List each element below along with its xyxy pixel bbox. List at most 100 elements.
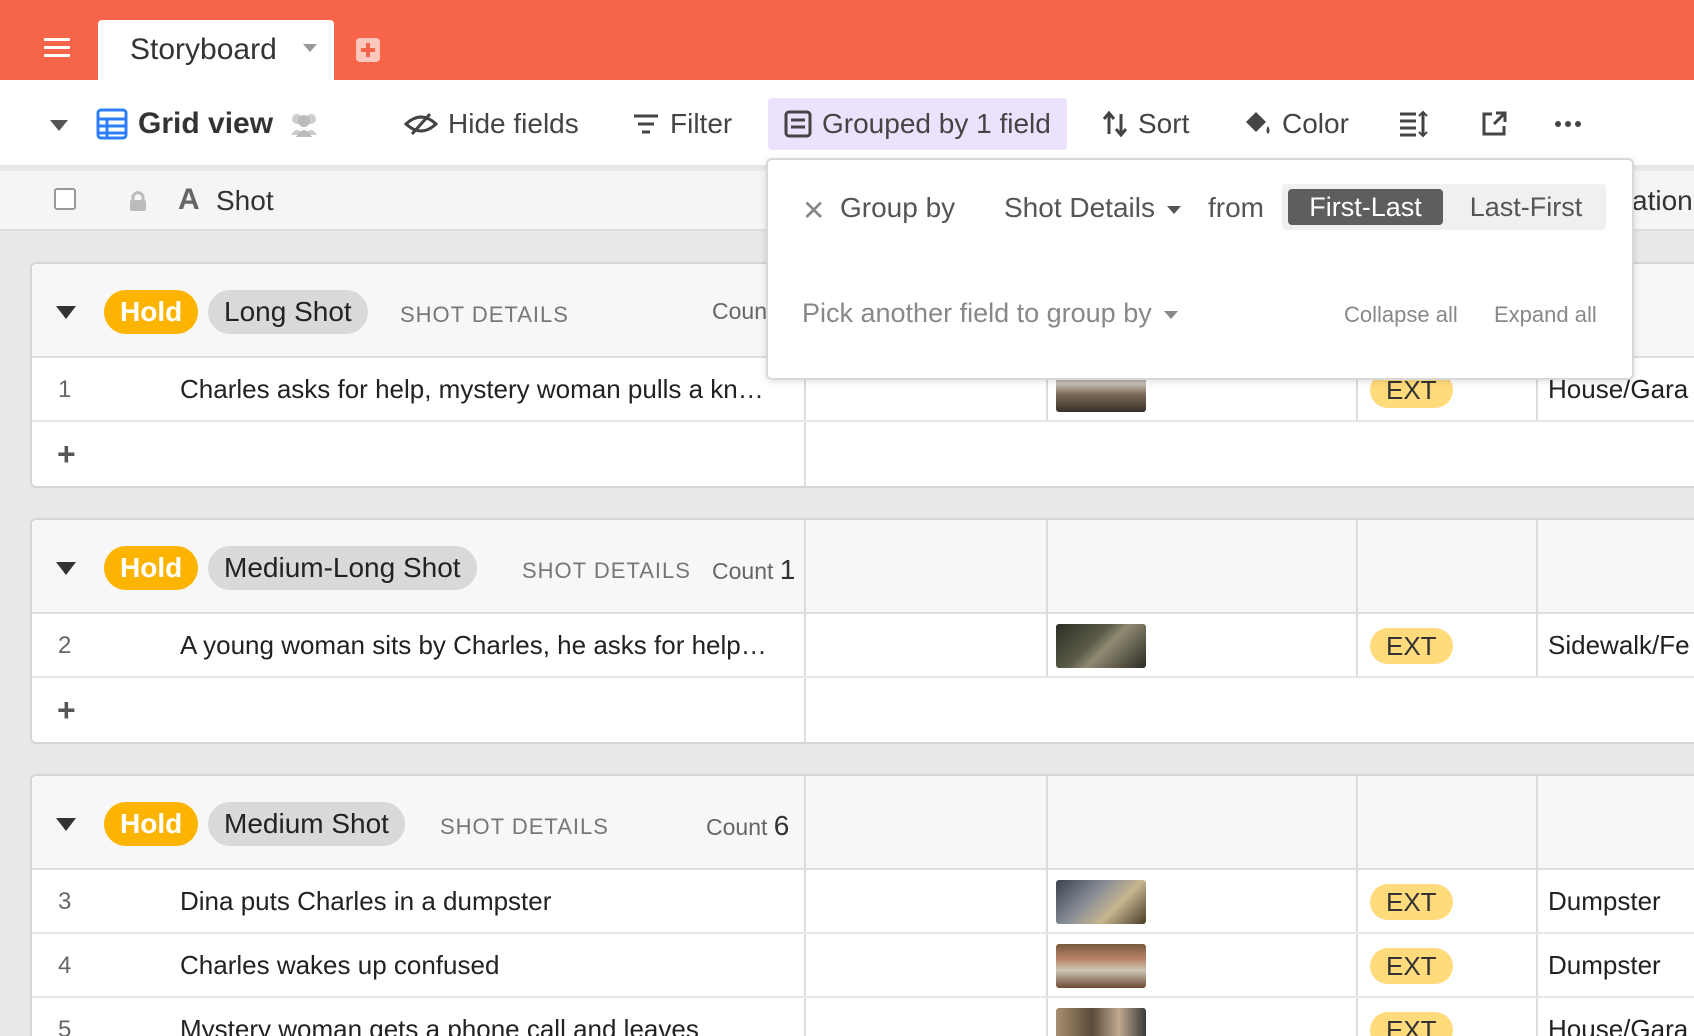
group-count: Count 1 — [712, 554, 795, 586]
group-header[interactable]: Hold Medium-Long Shot SHOT DETAILS Count… — [32, 520, 1694, 614]
chevron-down-icon[interactable] — [303, 44, 317, 52]
order-last-first[interactable]: Last-First — [1452, 189, 1600, 225]
table-row[interactable]: 3 Dina puts Charles in a dumpster EXT Du… — [32, 870, 1694, 934]
text-field-icon: A — [178, 183, 200, 216]
storyboard-thumbnail[interactable] — [1056, 1008, 1146, 1036]
divider — [1046, 870, 1048, 932]
collapse-caret-icon[interactable] — [56, 562, 76, 575]
column-header-location[interactable]: ation — [1632, 185, 1693, 217]
row-number: 1 — [58, 376, 72, 403]
expand-all-button[interactable]: Expand all — [1494, 302, 1597, 328]
ext-pill: EXT — [1370, 628, 1453, 664]
menu-icon[interactable] — [44, 38, 70, 58]
add-icon[interactable]: + — [57, 692, 76, 729]
collapse-caret-icon[interactable] — [56, 818, 76, 831]
group-count: Count 6 — [706, 810, 789, 842]
divider — [804, 678, 806, 742]
divider — [1536, 776, 1538, 868]
shot-type-pill: Long Shot — [208, 290, 368, 334]
view-name-button[interactable]: Grid view — [96, 98, 331, 150]
divider — [1046, 520, 1048, 612]
group-icon — [784, 110, 812, 138]
hide-fields-label: Hide fields — [448, 108, 579, 139]
add-record-row[interactable]: + — [32, 422, 1694, 486]
group-order-toggle: First-Last Last-First — [1282, 184, 1606, 230]
group-header[interactable]: Hold Medium Shot SHOT DETAILS Count 6 — [32, 776, 1694, 870]
remove-grouping-icon[interactable]: ✕ — [802, 194, 825, 227]
hide-fields-button[interactable]: Hide fields — [404, 98, 579, 150]
shot-type-pill: Medium Shot — [208, 802, 405, 846]
more-options-button[interactable] — [1554, 98, 1592, 150]
divider — [804, 614, 806, 676]
divider — [1536, 998, 1538, 1036]
collaborators-icon — [291, 114, 318, 137]
collapse-all-button[interactable]: Collapse all — [1344, 302, 1458, 328]
storyboard-thumbnail[interactable] — [1056, 880, 1146, 924]
count-label: Count — [712, 298, 774, 324]
group-count: Count — [712, 298, 773, 325]
shot-type-pill: Medium-Long Shot — [208, 546, 477, 590]
view-name: Grid view — [138, 107, 274, 140]
location-cell[interactable]: House/Gara — [1548, 1014, 1688, 1036]
more-icon — [1555, 121, 1581, 127]
select-all-checkbox[interactable] — [54, 188, 76, 210]
color-button[interactable]: Color — [1242, 98, 1349, 150]
storyboard-thumbnail[interactable] — [1056, 944, 1146, 988]
storyboard-thumbnail[interactable] — [1056, 624, 1146, 668]
from-label: from — [1208, 192, 1264, 223]
divider — [1046, 776, 1048, 868]
shot-cell[interactable]: A young woman sits by Charles, he asks f… — [180, 630, 767, 661]
ext-pill: EXT — [1370, 884, 1453, 920]
group-label: Grouped by 1 field — [822, 108, 1051, 139]
divider — [804, 870, 806, 932]
filter-button[interactable]: Filter — [632, 98, 732, 150]
filter-icon — [634, 114, 658, 134]
view-switcher-caret-icon[interactable] — [50, 120, 68, 131]
add-table-icon[interactable] — [356, 38, 380, 62]
divider — [1536, 614, 1538, 676]
count-value: 1 — [779, 554, 796, 585]
add-record-row[interactable]: + — [32, 678, 1694, 742]
pick-another-field-button[interactable]: Pick another field to group by — [802, 298, 1178, 329]
row-number: 2 — [58, 632, 72, 659]
column-header-shot[interactable]: Shot — [216, 185, 274, 217]
sort-button[interactable]: Sort — [1102, 98, 1189, 150]
table-row[interactable]: 5 Mystery woman gets a phone call and le… — [32, 998, 1694, 1036]
collapse-caret-icon[interactable] — [56, 306, 76, 319]
divider — [1536, 870, 1538, 932]
shot-cell[interactable]: Charles asks for help, mystery woman pul… — [180, 374, 764, 405]
hide-fields-icon — [404, 112, 438, 136]
group-field-select[interactable]: Shot Details — [1004, 192, 1181, 224]
group-field-label: SHOT DETAILS — [400, 302, 569, 327]
group-button[interactable]: Grouped by 1 field — [768, 98, 1067, 150]
divider — [804, 934, 806, 996]
lock-icon — [130, 191, 146, 211]
count-value: 6 — [773, 810, 790, 841]
paint-bucket-icon — [1246, 112, 1270, 134]
view-toolbar: Grid view Hide fields Filter Grouped by … — [0, 80, 1694, 168]
location-cell[interactable]: Dumpster — [1548, 950, 1661, 981]
row-height-button[interactable] — [1398, 98, 1438, 150]
location-cell[interactable]: Dumpster — [1548, 886, 1661, 917]
shot-cell[interactable]: Charles wakes up confused — [180, 950, 499, 981]
divider — [1356, 934, 1358, 996]
status-pill: Hold — [104, 546, 199, 590]
divider — [1356, 520, 1358, 612]
table-row[interactable]: 2 A young woman sits by Charles, he asks… — [32, 614, 1694, 678]
add-icon[interactable]: + — [57, 436, 76, 473]
group-field-label: SHOT DETAILS — [440, 814, 609, 839]
table-row[interactable]: 4 Charles wakes up confused EXT Dumpster — [32, 934, 1694, 998]
divider — [1536, 520, 1538, 612]
row-number: 5 — [58, 1016, 72, 1036]
tab-storyboard[interactable]: Storyboard — [98, 20, 334, 80]
sort-label: Sort — [1138, 108, 1190, 139]
location-cell[interactable]: Sidewalk/Fe — [1548, 630, 1690, 661]
shot-cell[interactable]: Dina puts Charles in a dumpster — [180, 886, 551, 917]
shot-cell[interactable]: Mystery woman gets a phone call and leav… — [180, 1014, 699, 1036]
order-first-last[interactable]: First-Last — [1288, 189, 1443, 225]
divider — [1536, 934, 1538, 996]
grid-view-icon — [96, 108, 128, 140]
share-view-button[interactable] — [1480, 98, 1518, 150]
ext-pill: EXT — [1370, 948, 1453, 984]
tab-label: Storyboard — [130, 33, 277, 66]
